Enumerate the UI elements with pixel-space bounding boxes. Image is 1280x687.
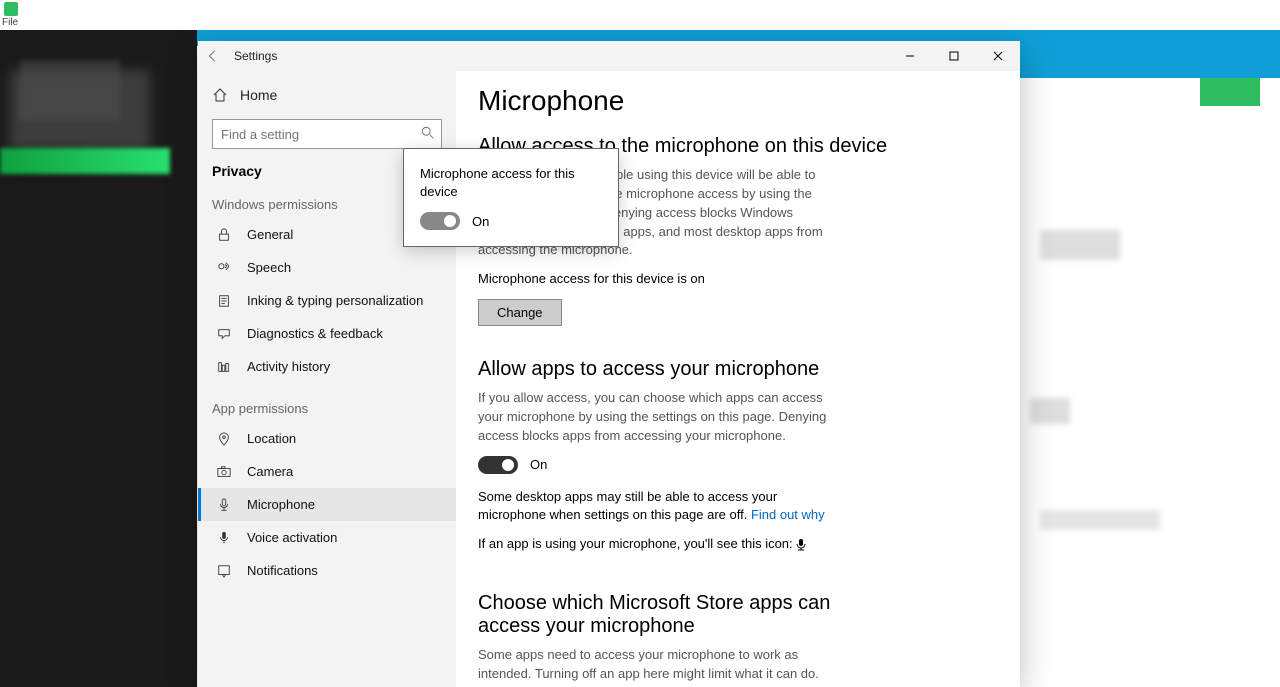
toggle-label: On [530,457,547,472]
toggle-label: On [472,214,489,229]
microphone-icon [796,539,806,551]
mic-in-use-note: If an app is using your microphone, you'… [478,535,838,554]
clipboard-icon [215,294,233,308]
sidebar-item-label: Inking & typing personalization [247,293,423,308]
sidebar-home-label: Home [240,87,277,103]
change-button[interactable]: Change [478,299,562,326]
sidebar-item-label: Activity history [247,359,330,374]
sidebar-item-inking[interactable]: Inking & typing personalization [198,284,456,317]
microphone-access-flyout: Microphone access for this device On [403,148,619,247]
page-title: Microphone [478,85,992,117]
flyout-toggle[interactable]: On [420,212,602,230]
background-blotch [1040,230,1120,260]
sidebar-item-notifications[interactable]: Notifications [198,554,456,587]
background-blotch [1030,398,1070,424]
sidebar-item-label: Diagnostics & feedback [247,326,383,341]
sidebar-item-label: Voice activation [247,530,337,545]
sidebar-item-label: General [247,227,293,242]
sidebar-item-diagnostics[interactable]: Diagnostics & feedback [198,317,456,350]
sidebar-item-label: Camera [247,464,293,479]
background-green-block [1200,78,1260,106]
background-file-menu[interactable]: File [2,17,18,28]
sidebar-home[interactable]: Home [198,77,456,113]
device-access-status: Microphone access for this device is on [478,270,838,289]
microphone-icon [215,498,233,512]
minimize-button[interactable] [888,41,932,71]
feedback-icon [215,327,233,341]
background-green-bar [0,148,170,174]
sidebar-item-location[interactable]: Location [198,422,456,455]
background-blotch [10,70,150,150]
background-app-menubar: File [0,0,1280,30]
sidebar-section-app-permissions: App permissions [198,401,456,422]
sidebar-item-label: Speech [247,260,291,275]
lock-icon [215,228,233,242]
sidebar-item-speech[interactable]: Speech [198,251,456,284]
search-input[interactable] [212,119,442,149]
sidebar-item-label: Notifications [247,563,318,578]
camera-icon [215,465,233,479]
sidebar-item-voice-activation[interactable]: Voice activation [198,521,456,554]
close-button[interactable] [976,41,1020,71]
background-blotch [1040,510,1160,530]
section-heading-apps-access: Allow apps to access your microphone [478,358,992,381]
flyout-text: Microphone access for this device [420,165,602,200]
activity-icon [215,360,233,374]
apps-access-toggle[interactable]: On [478,456,992,474]
settings-window: Settings Home Privacy Windows permission… [198,41,1020,687]
notifications-icon [215,564,233,578]
maximize-button[interactable] [932,41,976,71]
sidebar-item-label: Location [247,431,296,446]
speech-icon [215,261,233,275]
home-icon [212,87,228,103]
window-title: Settings [234,49,277,63]
evernote-icon [4,2,18,16]
voice-icon [215,531,233,545]
search-icon [421,126,435,140]
background-blue-region [1020,30,1280,78]
back-button[interactable] [198,41,228,71]
section-desc: If you allow access, you can choose whic… [478,389,838,446]
find-out-why-link[interactable]: Find out why [751,507,825,522]
sidebar-item-label: Microphone [247,497,315,512]
section-desc: Some apps need to access your microphone… [478,646,838,684]
desktop-apps-note: Some desktop apps may still be able to a… [478,488,838,526]
sidebar-item-microphone[interactable]: Microphone [198,488,456,521]
sidebar-item-activity[interactable]: Activity history [198,350,456,383]
sidebar-item-camera[interactable]: Camera [198,455,456,488]
titlebar[interactable]: Settings [198,41,1020,71]
location-icon [215,432,233,446]
section-heading-store-apps: Choose which Microsoft Store apps can ac… [478,592,838,638]
